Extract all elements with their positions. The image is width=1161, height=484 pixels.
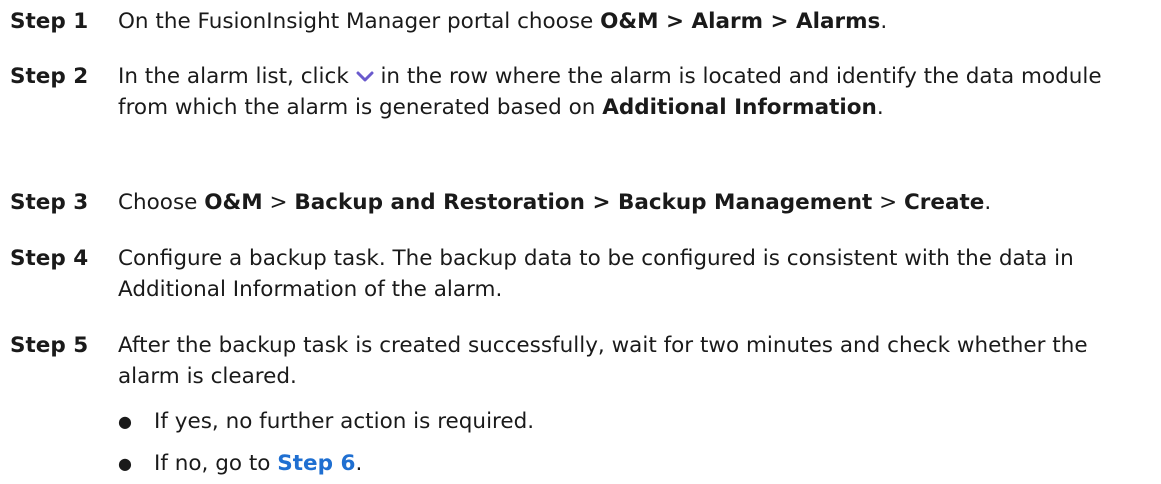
menu-path: O&M (204, 190, 263, 215)
step-label: Step 5 (10, 333, 89, 358)
step-4: Step 4 Configure a backup task. The back… (10, 243, 1150, 305)
result-options: ● If yes, no further action is required.… (118, 406, 1118, 479)
step-text-part: . (984, 190, 992, 215)
step-text: In the alarm list, click in the row wher… (118, 61, 1150, 123)
bullet-icon: ● (118, 454, 132, 473)
step-text: Configure a backup task. The backup data… (118, 246, 1074, 302)
bullet-text: If yes, no further action is required. (154, 409, 535, 434)
step-3: Step 3 Choose O&M > Backup and Restorati… (10, 187, 1150, 218)
bullet-text: . (355, 451, 363, 476)
menu-path: Create (904, 190, 985, 215)
step-text: After the backup task is created success… (118, 333, 1088, 389)
step-label: Step 1 (10, 9, 89, 34)
step-text-part: On the FusionInsight Manager portal choo… (118, 9, 601, 34)
step-text: Choose O&M > Backup and Restoration > Ba… (118, 187, 1150, 218)
step-1: Step 1 On the FusionInsight Manager port… (10, 6, 1150, 37)
step-label: Step 3 (10, 190, 89, 215)
step-6-link[interactable]: Step 6 (277, 451, 355, 476)
field-name: Additional Information (602, 95, 877, 120)
bullet-icon: ● (118, 412, 132, 431)
step-label: Step 2 (10, 64, 89, 89)
list-item: ● If yes, no further action is required. (118, 406, 1118, 437)
step-text-part: > (262, 190, 295, 215)
step-text-part: . (880, 9, 888, 34)
list-item: ● If no, go to Step 6. (118, 448, 1118, 479)
step-text-part: Choose (118, 190, 205, 215)
menu-path: O&M > Alarm > Alarms (600, 9, 881, 34)
step-label: Step 4 (10, 246, 89, 271)
step-2: Step 2 In the alarm list, click in the r… (10, 61, 1150, 123)
step-5: Step 5 After the backup task is created … (10, 330, 1150, 392)
step-text-part: In the alarm list, click (118, 64, 356, 89)
chevron-down-icon (356, 71, 374, 82)
step-text-part: . (876, 95, 884, 120)
bullet-text: If no, go to (154, 451, 278, 476)
step-text-part: > (872, 190, 905, 215)
step-text: On the FusionInsight Manager portal choo… (118, 6, 1150, 37)
menu-path: Backup and Restoration > Backup Manageme… (294, 190, 873, 215)
